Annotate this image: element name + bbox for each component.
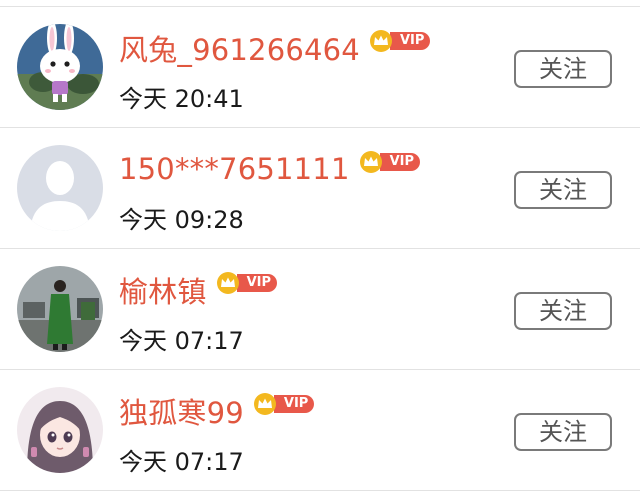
name-line: 独孤寒99 VIP xyxy=(119,390,315,432)
list-item[interactable]: 独孤寒99 VIP 今天 07:17 关注 xyxy=(0,370,640,491)
vip-badge: VIP xyxy=(369,30,431,52)
follow-button[interactable]: 关注 xyxy=(514,413,612,451)
timestamp: 今天 07:17 xyxy=(119,327,244,355)
username[interactable]: 独孤寒99 xyxy=(119,390,244,432)
vip-label: VIP xyxy=(389,32,431,50)
name-line: 榆林镇 VIP xyxy=(119,269,278,311)
timestamp: 今天 09:28 xyxy=(119,206,244,234)
vip-badge: VIP xyxy=(253,393,315,415)
list-item[interactable]: 榆林镇 VIP 今天 07:17 关注 xyxy=(0,249,640,370)
vip-label: VIP xyxy=(273,395,315,413)
rabbit-avatar[interactable] xyxy=(17,24,103,110)
vip-label: VIP xyxy=(379,153,421,171)
timestamp: 今天 20:41 xyxy=(119,85,244,113)
follower-list: 风兔_961266464 VIP 今天 20:41 关注 150***76511… xyxy=(0,0,640,501)
vip-label: VIP xyxy=(236,274,278,292)
list-item[interactable]: 150***7651111 VIP 今天 09:28 关注 xyxy=(0,128,640,249)
follow-button[interactable]: 关注 xyxy=(514,292,612,330)
person-photo-avatar[interactable] xyxy=(17,266,103,352)
crown-icon xyxy=(359,151,386,173)
follow-button[interactable]: 关注 xyxy=(514,171,612,209)
username[interactable]: 150***7651111 xyxy=(119,152,350,186)
list-item[interactable]: 风兔_961266464 VIP 今天 20:41 关注 xyxy=(0,7,640,128)
name-line: 风兔_961266464 VIP xyxy=(119,27,431,69)
name-line: 150***7651111 VIP xyxy=(119,148,421,190)
username[interactable]: 榆林镇 xyxy=(119,269,207,311)
crown-icon xyxy=(216,272,243,294)
username[interactable]: 风兔_961266464 xyxy=(119,27,360,69)
default-user-avatar[interactable] xyxy=(17,145,103,231)
follow-button[interactable]: 关注 xyxy=(514,50,612,88)
vip-badge: VIP xyxy=(359,151,421,173)
vip-badge: VIP xyxy=(216,272,278,294)
timestamp: 今天 07:17 xyxy=(119,448,244,476)
crown-icon xyxy=(253,393,280,415)
anime-girl-avatar[interactable] xyxy=(17,387,103,473)
crown-icon xyxy=(369,30,396,52)
